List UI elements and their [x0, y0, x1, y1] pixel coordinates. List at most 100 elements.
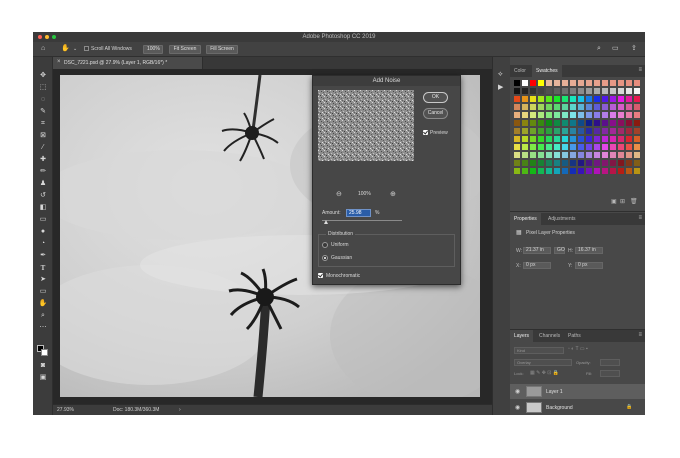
color-swatch[interactable]	[546, 168, 552, 174]
more-tools-icon[interactable]: ⋯	[38, 323, 48, 333]
color-swatch[interactable]	[514, 152, 520, 158]
color-swatch[interactable]	[610, 144, 616, 150]
color-swatch[interactable]	[514, 144, 520, 150]
color-swatch[interactable]	[538, 112, 544, 118]
panel-menu-icon[interactable]: ≡	[638, 215, 642, 221]
monochromatic-checkbox[interactable]	[318, 273, 323, 278]
color-swatch[interactable]	[530, 128, 536, 134]
eye-icon[interactable]: ◉	[515, 404, 520, 411]
fill-field[interactable]	[600, 370, 620, 377]
color-swatch[interactable]	[538, 96, 544, 102]
color-swatch[interactable]	[522, 88, 528, 94]
y-field[interactable]: 0 px	[575, 262, 603, 269]
color-swatch[interactable]	[594, 144, 600, 150]
color-swatch[interactable]	[530, 152, 536, 158]
color-swatch[interactable]	[586, 88, 592, 94]
color-swatch[interactable]	[634, 96, 640, 102]
color-swatch[interactable]	[570, 128, 576, 134]
color-swatch[interactable]	[538, 168, 544, 174]
color-swatch[interactable]	[578, 152, 584, 158]
color-swatch[interactable]	[626, 168, 632, 174]
color-swatch[interactable]	[634, 80, 640, 86]
blur-tool-icon[interactable]: ●	[38, 227, 48, 237]
tab-swatches[interactable]: Swatches	[532, 65, 562, 77]
color-swatch[interactable]	[530, 88, 536, 94]
color-swatch[interactable]	[586, 128, 592, 134]
tab-paths[interactable]: Paths	[564, 330, 585, 342]
color-swatch[interactable]	[586, 136, 592, 142]
color-swatch[interactable]	[578, 96, 584, 102]
color-swatch[interactable]	[514, 112, 520, 118]
rectangle-tool-icon[interactable]: ▭	[38, 287, 48, 297]
color-swatch[interactable]	[554, 120, 560, 126]
color-swatch[interactable]	[546, 160, 552, 166]
lock-icons[interactable]: ▦ ✎ ✥ ⊡ 🔒	[530, 370, 559, 376]
color-swatch[interactable]	[554, 136, 560, 142]
color-swatch[interactable]	[634, 136, 640, 142]
new-swatch-folder-icon[interactable]: ▣	[611, 198, 617, 205]
color-swatch[interactable]	[562, 104, 568, 110]
scroll-all-windows-checkbox[interactable]	[84, 46, 89, 51]
color-swatch[interactable]	[562, 168, 568, 174]
color-swatch[interactable]	[514, 96, 520, 102]
color-swatch[interactable]	[578, 80, 584, 86]
noise-preview[interactable]	[318, 90, 414, 161]
color-swatch[interactable]	[602, 120, 608, 126]
color-swatch[interactable]	[546, 112, 552, 118]
color-swatch[interactable]	[554, 144, 560, 150]
color-swatch[interactable]	[562, 144, 568, 150]
tab-properties[interactable]: Properties	[510, 213, 541, 225]
new-swatch-icon[interactable]: ⊞	[620, 198, 625, 205]
color-swatch[interactable]	[578, 168, 584, 174]
type-tool-icon[interactable]: T	[38, 263, 48, 273]
color-swatch[interactable]	[514, 160, 520, 166]
color-swatch[interactable]	[530, 136, 536, 142]
color-swatch[interactable]	[570, 160, 576, 166]
color-swatch[interactable]	[586, 120, 592, 126]
color-swatch[interactable]	[618, 160, 624, 166]
color-swatch[interactable]	[634, 120, 640, 126]
color-swatch[interactable]	[522, 96, 528, 102]
color-swatch[interactable]	[626, 88, 632, 94]
color-swatch[interactable]	[562, 128, 568, 134]
color-swatch[interactable]	[618, 128, 624, 134]
color-swatch[interactable]	[594, 80, 600, 86]
color-swatch[interactable]	[546, 128, 552, 134]
color-swatch[interactable]	[586, 144, 592, 150]
color-swatch[interactable]	[610, 104, 616, 110]
width-field[interactable]: 21.37 in	[523, 247, 551, 254]
color-swatch[interactable]	[594, 136, 600, 142]
height-field[interactable]: 16.37 in	[575, 247, 603, 254]
color-swatch[interactable]	[562, 112, 568, 118]
pen-tool-icon[interactable]: ✒	[38, 251, 48, 261]
color-swatch[interactable]	[530, 112, 536, 118]
color-swatch[interactable]	[522, 80, 528, 86]
blend-mode-select[interactable]: Overlay	[514, 359, 572, 366]
color-swatch[interactable]	[618, 120, 624, 126]
color-swatch[interactable]	[538, 144, 544, 150]
color-swatch[interactable]	[602, 88, 608, 94]
color-swatch[interactable]	[594, 128, 600, 134]
color-swatch[interactable]	[594, 120, 600, 126]
color-swatch[interactable]	[530, 120, 536, 126]
color-swatch[interactable]	[522, 136, 528, 142]
color-swatch[interactable]	[610, 96, 616, 102]
fit-screen-button[interactable]: Fit Screen	[169, 45, 201, 54]
color-swatch[interactable]	[578, 128, 584, 134]
color-swatch[interactable]	[610, 80, 616, 86]
eyedropper-tool-icon[interactable]: ⁄	[38, 143, 48, 153]
color-swatch[interactable]	[546, 152, 552, 158]
color-swatch[interactable]	[618, 104, 624, 110]
color-swatch[interactable]	[570, 80, 576, 86]
color-swatch[interactable]	[538, 104, 544, 110]
color-swatch[interactable]	[530, 168, 536, 174]
color-swatch[interactable]	[626, 128, 632, 134]
color-swatch[interactable]	[634, 104, 640, 110]
color-swatch[interactable]	[618, 168, 624, 174]
tab-channels[interactable]: Channels	[535, 330, 564, 342]
color-swatch[interactable]	[578, 104, 584, 110]
color-swatch[interactable]	[594, 104, 600, 110]
color-swatch[interactable]	[522, 104, 528, 110]
color-swatch[interactable]	[530, 144, 536, 150]
color-swatch[interactable]	[522, 152, 528, 158]
